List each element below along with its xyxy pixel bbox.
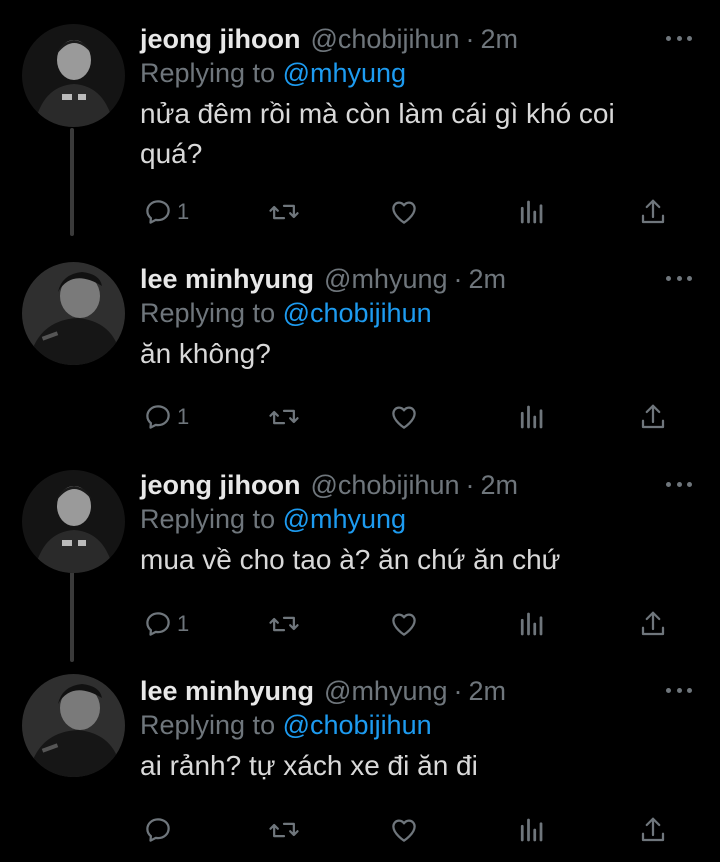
views-icon [520, 818, 543, 842]
tweet[interactable]: lee minhyung @mhyung · 2m Replying to @c… [0, 262, 720, 442]
separator: · [453, 676, 463, 706]
like-icon [392, 819, 416, 842]
share-button[interactable] [639, 604, 667, 644]
share-icon [641, 817, 665, 842]
timestamp[interactable]: 2m [469, 674, 507, 708]
reply-icon [146, 200, 170, 224]
like-button[interactable] [389, 397, 419, 437]
like-icon [392, 406, 416, 429]
retweet-icon [269, 409, 299, 425]
like-button[interactable] [389, 192, 419, 232]
display-name[interactable]: lee minhyung [140, 262, 314, 296]
more-icon[interactable] [666, 680, 692, 700]
replying-prefix: Replying to [140, 710, 276, 740]
user-handle[interactable]: @chobijihun [310, 468, 459, 502]
replying-to: Replying to @mhyung [140, 56, 406, 90]
reply-icon [146, 612, 170, 636]
reply-button[interactable]: 1 [143, 397, 189, 437]
reply-count: 1 [177, 611, 190, 636]
action-bar: 1 [0, 192, 720, 232]
action-bar [0, 810, 720, 850]
replying-prefix: Replying to [140, 298, 276, 328]
tweet-text: mua về cho tao à? ăn chứ ăn chứ [140, 544, 561, 575]
share-icon [641, 199, 665, 224]
reply-icon [146, 405, 170, 429]
views-button[interactable] [518, 604, 544, 644]
more-icon[interactable] [666, 28, 692, 48]
reply-count: 1 [177, 404, 190, 429]
avatar[interactable] [22, 262, 125, 365]
mention-link[interactable]: @mhyung [283, 58, 406, 88]
retweet-icon [269, 204, 299, 220]
like-icon [392, 201, 416, 224]
views-icon [520, 200, 543, 224]
reply-button[interactable]: 1 [143, 192, 189, 232]
timestamp[interactable]: 2m [469, 262, 507, 296]
more-icon[interactable] [666, 268, 692, 288]
views-icon [520, 405, 543, 429]
tweet-header: jeong jihoon @chobijihun · 2m [140, 468, 518, 502]
display-name[interactable]: lee minhyung [140, 674, 314, 708]
mention-link[interactable]: @chobijihun [283, 298, 432, 328]
mention-link[interactable]: @chobijihun [283, 710, 432, 740]
tweet-header: lee minhyung @mhyung · 2m [140, 674, 506, 708]
replying-to: Replying to @chobijihun [140, 296, 432, 330]
retweet-icon [269, 822, 299, 838]
share-icon [641, 404, 665, 429]
user-handle[interactable]: @mhyung [324, 262, 447, 296]
avatar-image [22, 674, 125, 777]
separator: · [465, 24, 475, 54]
retweet-icon [269, 616, 299, 632]
replying-prefix: Replying to [140, 58, 276, 88]
separator: · [465, 470, 475, 500]
share-button[interactable] [639, 192, 667, 232]
like-button[interactable] [389, 604, 419, 644]
action-bar: 1 [0, 397, 720, 437]
views-icon [520, 612, 543, 636]
display-name[interactable]: jeong jihoon [140, 468, 300, 502]
tweet-text: nửa đêm rồi mà còn làm cái gì khó coi qu… [140, 98, 615, 169]
more-icon[interactable] [666, 474, 692, 494]
avatar-image [22, 470, 125, 573]
views-button[interactable] [518, 397, 544, 437]
like-button[interactable] [389, 810, 419, 850]
tweet[interactable]: lee minhyung @mhyung · 2m Replying to @c… [0, 674, 720, 862]
retweet-button[interactable] [268, 192, 300, 232]
reply-button[interactable]: 1 [143, 604, 189, 644]
retweet-button[interactable] [268, 604, 300, 644]
reply-icon [146, 818, 170, 842]
tweet-text: ai rảnh? tự xách xe đi ăn đi [140, 750, 478, 781]
retweet-button[interactable] [268, 397, 300, 437]
share-button[interactable] [639, 810, 667, 850]
replying-prefix: Replying to [140, 504, 276, 534]
avatar-image [22, 262, 125, 365]
views-button[interactable] [518, 192, 544, 232]
mention-link[interactable]: @mhyung [283, 504, 406, 534]
retweet-button[interactable] [268, 810, 300, 850]
views-button[interactable] [518, 810, 544, 850]
tweet-text: ăn không? [140, 338, 271, 369]
timestamp[interactable]: 2m [481, 468, 519, 502]
share-icon [641, 611, 665, 636]
avatar-image [22, 24, 125, 127]
display-name[interactable]: jeong jihoon [140, 22, 300, 56]
replying-to: Replying to @chobijihun [140, 708, 432, 742]
tweet[interactable]: jeong jihoon @chobijihun · 2m Replying t… [0, 22, 720, 232]
share-button[interactable] [639, 397, 667, 437]
user-handle[interactable]: @mhyung [324, 674, 447, 708]
tweet-header: jeong jihoon @chobijihun · 2m [140, 22, 518, 56]
tweet-header: lee minhyung @mhyung · 2m [140, 262, 506, 296]
separator: · [453, 264, 463, 294]
replying-to: Replying to @mhyung [140, 502, 406, 536]
avatar[interactable] [22, 24, 125, 127]
reply-button[interactable] [143, 810, 177, 850]
like-icon [392, 613, 416, 636]
timestamp[interactable]: 2m [481, 22, 519, 56]
avatar[interactable] [22, 674, 125, 777]
avatar[interactable] [22, 470, 125, 573]
reply-count: 1 [177, 199, 190, 224]
action-bar: 1 [0, 604, 720, 644]
tweet[interactable]: jeong jihoon @chobijihun · 2m Replying t… [0, 468, 720, 648]
user-handle[interactable]: @chobijihun [310, 22, 459, 56]
